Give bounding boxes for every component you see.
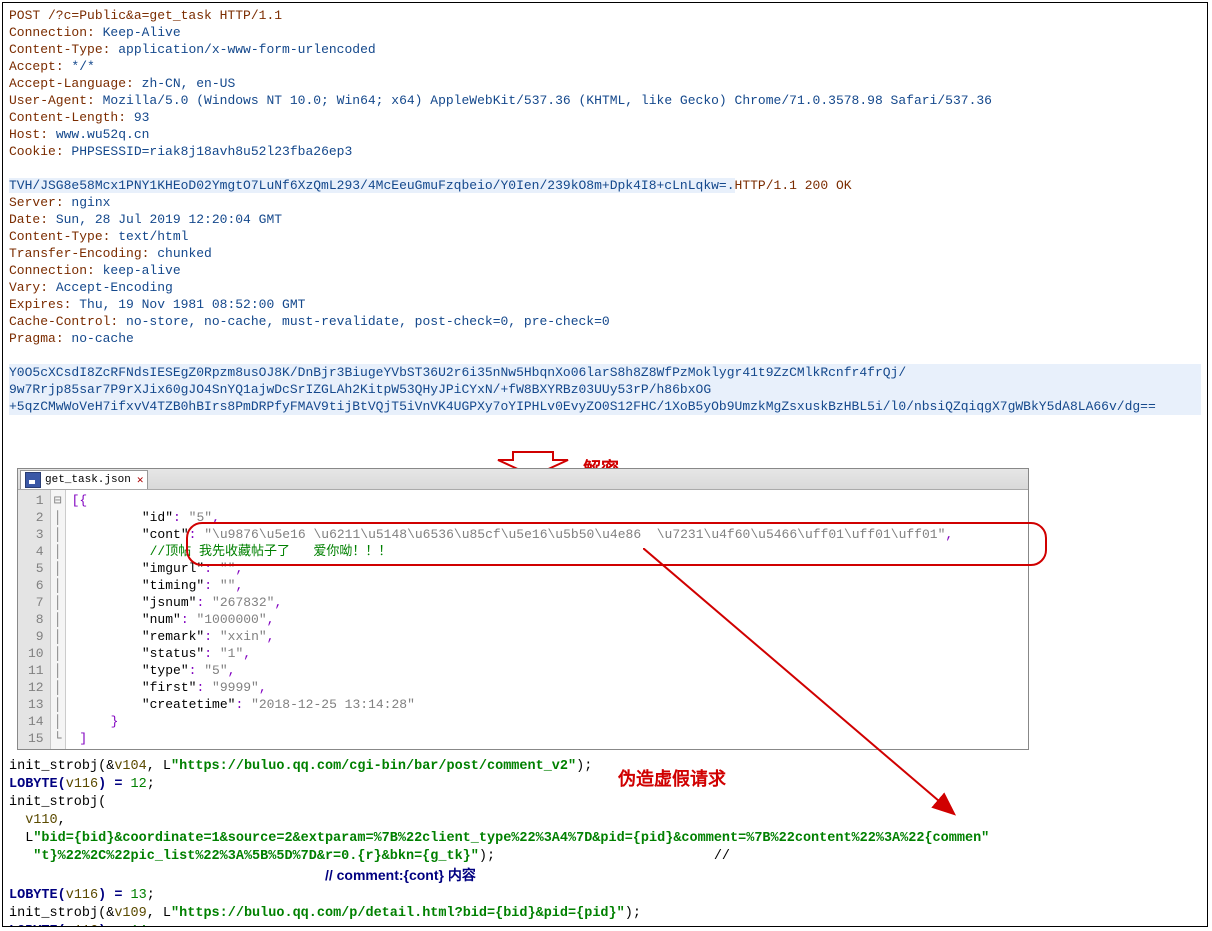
close-icon[interactable]: ✕ [137,473,144,487]
tab-filename: get_task.json [45,474,131,486]
fold-gutter: ⊟│││││││││││││└ [51,490,66,749]
status-line: HTTP/1.1 200 OK [735,178,852,193]
line-number-gutter: 1 2 3 4 5 6 7 8 9 10 11 12 13 14 15 [18,490,51,749]
request-body: TVH/JSG8e58Mcx1PNY1KHEoD02YmgtO7LuNf6XzQ… [9,178,735,193]
screenshot-frame: POST /?c=Public&a=get_task HTTP/1.1 Conn… [2,2,1208,927]
editor-tab[interactable]: get_task.json ✕ [20,470,148,489]
save-disk-icon [25,472,41,488]
hdr-name: Connection [9,25,87,40]
comment-note: // comment:{cont} 内容 [325,867,476,883]
http-exchange: POST /?c=Public&a=get_task HTTP/1.1 Conn… [3,3,1207,417]
response-body-line: Y0O5cXCsdI8ZcRFNdsIESEgZ0Rpzm8usOJ8K/DnB… [9,365,906,380]
decompiled-code: init_strobj(&v104, L"https://buluo.qq.co… [9,758,1201,927]
hdr-value: Keep-Alive [103,25,181,40]
editor-code[interactable]: [{ "id": "5", "cont": "\u9876\u5e16 \u62… [66,490,1028,749]
json-editor-panel: get_task.json ✕ 1 2 3 4 5 6 7 8 9 10 11 … [17,468,1029,750]
editor-tabbar: get_task.json ✕ [18,469,1028,490]
request-line: POST /?c=Public&a=get_task HTTP/1.1 [9,7,1201,24]
